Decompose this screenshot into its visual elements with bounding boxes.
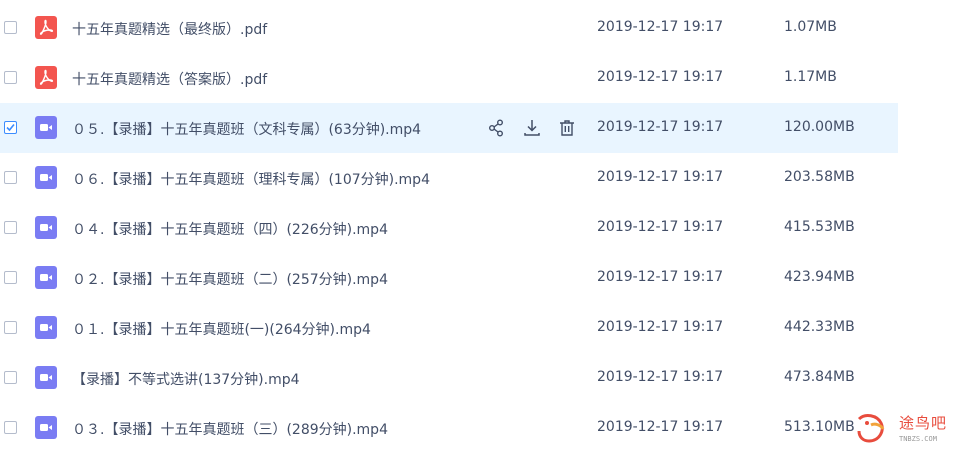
file-size: 442.33MB	[784, 319, 855, 335]
delete-icon[interactable]	[557, 118, 577, 138]
file-name-link[interactable]: 十五年真题精选（最终版）.pdf	[72, 19, 267, 39]
file-date: 2019-12-17 19:17	[597, 169, 724, 185]
video-file-icon	[35, 366, 57, 389]
file-size: 203.58MB	[784, 169, 855, 185]
file-size: 1.17MB	[784, 69, 837, 85]
file-row[interactable]: ０４.【录播】十五年真题班（四）(226分钟).mp4 2019-12-17 19…	[0, 203, 898, 253]
video-file-icon	[35, 166, 57, 189]
file-row[interactable]: ０１.【录播】十五年真题班(一)(264分钟).mp4 2019-12-17 19…	[0, 303, 898, 353]
file-date: 2019-12-17 19:17	[597, 369, 724, 385]
file-row[interactable]: 十五年真题精选（最终版）.pdf 2019-12-17 19:17 1.07MB	[0, 3, 898, 53]
file-date: 2019-12-17 19:17	[597, 119, 724, 135]
row-checkbox[interactable]	[4, 171, 17, 184]
file-row[interactable]: 十五年真题精选（答案版）.pdf 2019-12-17 19:17 1.17MB	[0, 53, 898, 103]
row-checkbox[interactable]	[4, 221, 17, 234]
video-file-icon	[35, 416, 57, 439]
file-size: 120.00MB	[784, 119, 855, 135]
file-size: 415.53MB	[784, 219, 855, 235]
file-name-link[interactable]: ０１.【录播】十五年真题班(一)(264分钟).mp4	[72, 319, 371, 339]
video-file-icon	[35, 216, 57, 239]
row-checkbox[interactable]	[4, 321, 17, 334]
file-row[interactable]: ０６.【录播】十五年真题班（理科专属）(107分钟).mp4 2019-12-17…	[0, 153, 898, 203]
file-name-link[interactable]: ０５.【录播】十五年真题班（文科专属）(63分钟).mp4	[72, 119, 421, 139]
file-name-link[interactable]: ０３.【录播】十五年真题班（三）(289分钟).mp4	[72, 419, 388, 439]
file-row[interactable]: ０５.【录播】十五年真题班（文科专属）(63分钟).mp4 2019-12-17 …	[0, 103, 898, 153]
file-name-link[interactable]: ０６.【录播】十五年真题班（理科专属）(107分钟).mp4	[72, 169, 430, 189]
video-file-icon	[35, 116, 57, 139]
file-date: 2019-12-17 19:17	[597, 419, 724, 435]
row-checkbox[interactable]	[4, 271, 17, 284]
file-size: 473.84MB	[784, 369, 855, 385]
share-icon[interactable]	[487, 118, 507, 138]
row-checkbox[interactable]	[4, 121, 17, 134]
row-checkbox[interactable]	[4, 371, 17, 384]
file-list: 十五年真题精选（最终版）.pdf 2019-12-17 19:17 1.07MB 十五…	[0, 3, 898, 453]
file-name-link[interactable]: 十五年真题精选（答案版）.pdf	[72, 69, 267, 89]
file-row[interactable]: 【录播】不等式选讲(137分钟).mp4 2019-12-17 19:17 473.…	[0, 353, 898, 403]
file-size: 513.10MB	[784, 419, 855, 435]
bird-logo-icon	[857, 414, 885, 443]
video-file-icon	[35, 316, 57, 339]
file-name-link[interactable]: ０４.【录播】十五年真题班（四）(226分钟).mp4	[72, 219, 388, 239]
file-date: 2019-12-17 19:17	[597, 269, 724, 285]
file-date: 2019-12-17 19:17	[597, 219, 724, 235]
file-date: 2019-12-17 19:17	[597, 319, 724, 335]
file-date: 2019-12-17 19:17	[597, 19, 724, 35]
file-date: 2019-12-17 19:17	[597, 69, 724, 85]
row-checkbox[interactable]	[4, 421, 17, 434]
download-icon[interactable]	[522, 118, 542, 138]
file-row[interactable]: ０２.【录播】十五年真题班（二）(257分钟).mp4 2019-12-17 19…	[0, 253, 898, 303]
video-file-icon	[35, 266, 57, 289]
pdf-file-icon	[35, 66, 57, 89]
file-size: 1.07MB	[784, 19, 837, 35]
watermark-subtext: TNBZS.COM	[899, 435, 937, 443]
row-checkbox[interactable]	[4, 21, 17, 34]
row-checkbox[interactable]	[4, 71, 17, 84]
pdf-file-icon	[35, 16, 57, 39]
watermark-logo: 途鸟吧 TNBZS.COM	[855, 411, 953, 447]
watermark-text: 途鸟吧	[899, 414, 948, 432]
file-name-link[interactable]: 【录播】不等式选讲(137分钟).mp4	[72, 369, 300, 389]
file-row[interactable]: ０３.【录播】十五年真题班（三）(289分钟).mp4 2019-12-17 19…	[0, 403, 898, 453]
file-size: 423.94MB	[784, 269, 855, 285]
file-name-link[interactable]: ０２.【录播】十五年真题班（二）(257分钟).mp4	[72, 269, 388, 289]
